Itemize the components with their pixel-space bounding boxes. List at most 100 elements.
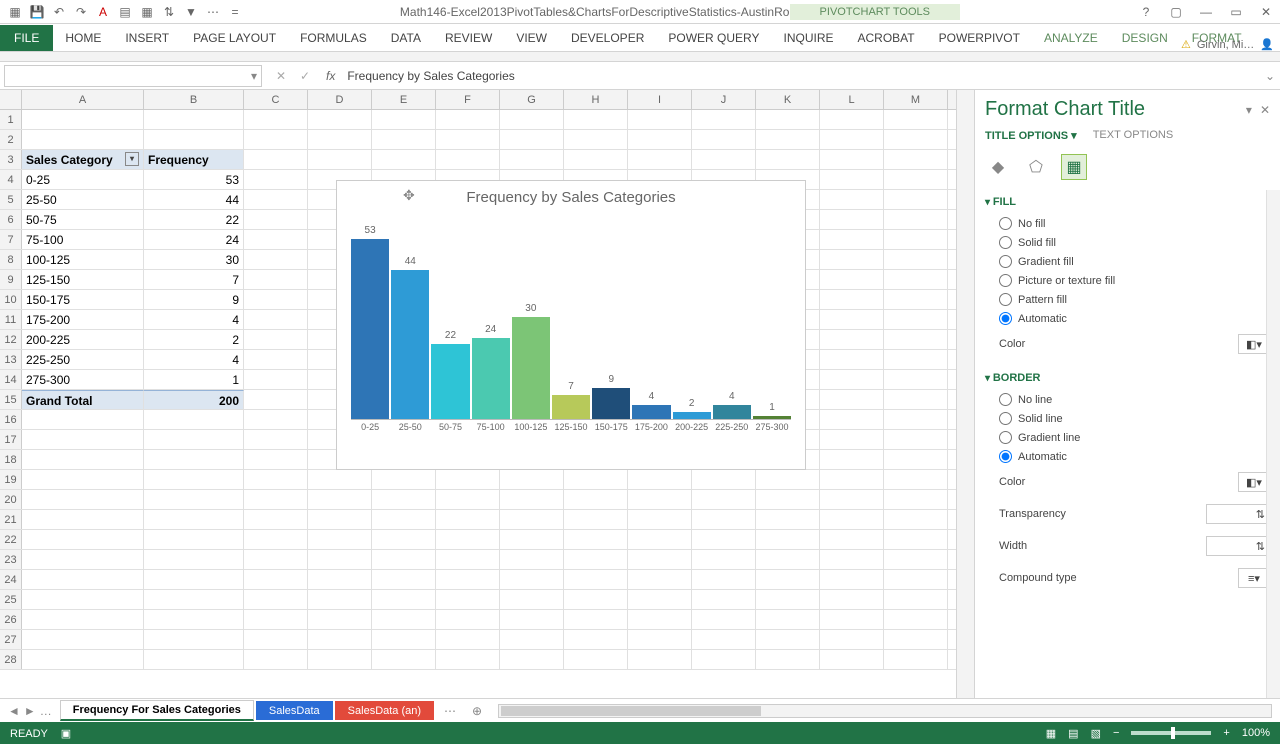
tab-acrobat[interactable]: ACROBAT <box>846 25 927 51</box>
col-header[interactable]: C <box>244 90 308 109</box>
vertical-scrollbar[interactable] <box>956 90 974 698</box>
formula-input[interactable]: Frequency by Sales Categories <box>341 69 1260 83</box>
view-break-icon[interactable]: ▧ <box>1091 727 1101 740</box>
save-icon[interactable]: 💾 <box>28 3 46 21</box>
border-section-header[interactable]: BORDER <box>985 366 1270 390</box>
tab-inquire[interactable]: INQUIRE <box>771 25 845 51</box>
col-header[interactable]: I <box>628 90 692 109</box>
tab-home[interactable]: HOME <box>53 25 113 51</box>
tab-data[interactable]: DATA <box>379 25 433 51</box>
border-automatic[interactable]: Automatic <box>985 447 1270 466</box>
tab-analyze[interactable]: ANALYZE <box>1032 25 1110 51</box>
col-header[interactable]: J <box>692 90 756 109</box>
pane-options-icon[interactable]: ▾ <box>1246 103 1252 117</box>
border-transparency-input[interactable]: ⇅ <box>1206 504 1270 524</box>
sheet-nav-next-icon[interactable]: ► <box>24 704 36 718</box>
chart-plot-area[interactable]: 5344222430794241 <box>351 210 791 420</box>
tab-file[interactable]: FILE <box>0 25 53 51</box>
sort-icon[interactable]: ⇅ <box>160 3 178 21</box>
sheet-tab-active[interactable]: Frequency For Sales Categories <box>60 700 254 721</box>
view-normal-icon[interactable]: ▦ <box>1046 727 1056 740</box>
pivotchart-tools-label: PIVOTCHART TOOLS <box>790 4 960 20</box>
sheet-tab-bar: ◄ ► … Frequency For Sales Categories Sal… <box>0 698 1280 722</box>
pane-close-icon[interactable]: ✕ <box>1260 103 1270 117</box>
tab-power-query[interactable]: POWER QUERY <box>656 25 771 51</box>
border-compound-label: Compound type <box>999 572 1077 584</box>
tab-insert[interactable]: INSERT <box>113 25 181 51</box>
name-box[interactable]: ▾ <box>4 65 262 87</box>
text-options-tab[interactable]: TEXT OPTIONS <box>1093 129 1173 142</box>
cancel-formula-icon[interactable]: ✕ <box>272 69 290 83</box>
border-width-input[interactable]: ⇅ <box>1206 536 1270 556</box>
fill-solid[interactable]: Solid fill <box>985 233 1270 252</box>
fill-no-fill[interactable]: No fill <box>985 214 1270 233</box>
tab-view[interactable]: VIEW <box>504 25 559 51</box>
fill-section-header[interactable]: FILL <box>985 190 1270 214</box>
fill-line-icon[interactable]: ◆ <box>985 154 1011 180</box>
sheet-nav-prev-icon[interactable]: ◄ <box>8 704 20 718</box>
help-icon[interactable]: ? <box>1136 5 1156 19</box>
col-header[interactable]: E <box>372 90 436 109</box>
warning-icon[interactable]: ⚠ <box>1181 38 1191 51</box>
pane-scrollbar[interactable] <box>1266 190 1280 698</box>
formula-expand-icon[interactable]: ⌄ <box>1260 69 1280 83</box>
fx-icon[interactable]: fx <box>320 69 341 83</box>
tab-powerpivot[interactable]: POWERPIVOT <box>927 25 1032 51</box>
tab-design[interactable]: DESIGN <box>1110 25 1180 51</box>
undo-icon[interactable]: ↶ <box>50 3 68 21</box>
sheet-more-icon[interactable]: ⋯ <box>436 704 464 718</box>
border-gradient[interactable]: Gradient line <box>985 428 1270 447</box>
sheet-add-icon[interactable]: ⊕ <box>464 704 490 718</box>
worksheet-grid[interactable]: A B C D E F G H I J K L M 123Sales Categ… <box>0 90 956 698</box>
enter-formula-icon[interactable]: ✓ <box>296 69 314 83</box>
col-header[interactable]: L <box>820 90 884 109</box>
border-color-label: Color <box>999 476 1025 488</box>
select-all-corner[interactable] <box>0 90 22 109</box>
more-icon[interactable]: ⋯ <box>204 3 222 21</box>
zoom-slider[interactable] <box>1131 731 1211 735</box>
zoom-out-icon[interactable]: − <box>1113 727 1119 739</box>
col-header[interactable]: G <box>500 90 564 109</box>
font-color-icon[interactable]: A <box>94 3 112 21</box>
sheet-nav-more-icon[interactable]: … <box>40 704 52 718</box>
close-icon[interactable]: ✕ <box>1256 5 1276 19</box>
sheet-tab-salesdata[interactable]: SalesData <box>256 701 333 720</box>
view-page-icon[interactable]: ▤ <box>1068 727 1078 740</box>
tab-review[interactable]: REVIEW <box>433 25 504 51</box>
user-name[interactable]: Girvin, Mi… <box>1197 39 1254 51</box>
title-options-tab[interactable]: TITLE OPTIONS ▾ <box>985 129 1077 142</box>
border-no-line[interactable]: No line <box>985 390 1270 409</box>
col-header[interactable]: B <box>144 90 244 109</box>
zoom-in-icon[interactable]: + <box>1223 727 1229 739</box>
col-header[interactable]: M <box>884 90 948 109</box>
minimize-icon[interactable]: — <box>1196 5 1216 19</box>
col-header[interactable]: K <box>756 90 820 109</box>
maximize-icon[interactable]: ▭ <box>1226 5 1246 19</box>
macro-record-icon[interactable]: ▣ <box>61 728 71 740</box>
pivot-chart[interactable]: ✥ Frequency by Sales Categories 53442224… <box>336 180 806 470</box>
tab-page-layout[interactable]: PAGE LAYOUT <box>181 25 288 51</box>
tab-formulas[interactable]: FORMULAS <box>288 25 379 51</box>
col-header[interactable]: D <box>308 90 372 109</box>
col-header[interactable]: F <box>436 90 500 109</box>
tab-developer[interactable]: DEVELOPER <box>559 25 656 51</box>
horizontal-scrollbar[interactable] <box>498 704 1272 718</box>
sheet-tab-salesdata-an[interactable]: SalesData (an) <box>335 701 434 720</box>
fill-gradient[interactable]: Gradient fill <box>985 252 1270 271</box>
fill-color-icon[interactable]: ▤ <box>116 3 134 21</box>
filter-icon[interactable]: ▼ <box>182 3 200 21</box>
fill-pattern[interactable]: Pattern fill <box>985 290 1270 309</box>
ribbon-options-icon[interactable]: ▢ <box>1166 5 1186 19</box>
chart-move-handle-icon[interactable]: ✥ <box>403 187 415 204</box>
col-header[interactable]: H <box>564 90 628 109</box>
col-header[interactable]: A <box>22 90 144 109</box>
size-properties-icon[interactable]: ▦ <box>1061 154 1087 180</box>
border-solid[interactable]: Solid line <box>985 409 1270 428</box>
borders-icon[interactable]: ▦ <box>138 3 156 21</box>
fill-picture[interactable]: Picture or texture fill <box>985 271 1270 290</box>
redo-icon[interactable]: ↷ <box>72 3 90 21</box>
user-avatar-icon[interactable]: 👤 <box>1260 38 1274 51</box>
effects-icon[interactable]: ⬠ <box>1023 154 1049 180</box>
zoom-level[interactable]: 100% <box>1242 727 1270 739</box>
fill-automatic[interactable]: Automatic <box>985 309 1270 328</box>
